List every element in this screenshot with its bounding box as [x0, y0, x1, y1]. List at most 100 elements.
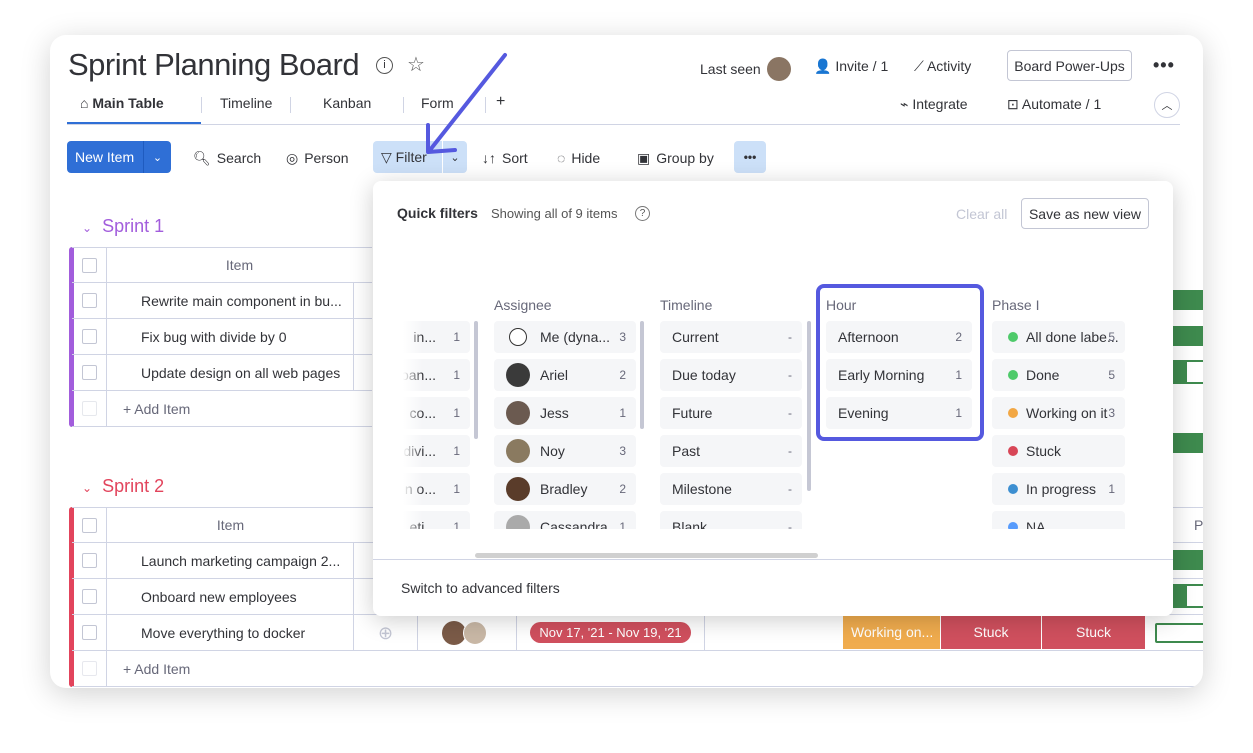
status-cell[interactable]: Stuck: [1042, 615, 1145, 649]
status-cell[interactable]: Working on...: [843, 615, 940, 649]
filter-option[interactable]: Noy 3: [494, 435, 636, 467]
filter-option[interactable]: Me (dyna... 3: [494, 321, 636, 353]
filter-option[interactable]: Afternoon 2: [826, 321, 972, 353]
tab-kanban[interactable]: Kanban: [323, 95, 371, 111]
group-sprint-1[interactable]: ⌄ Sprint 1: [82, 216, 164, 237]
group-title: Sprint 2: [102, 476, 165, 496]
filter-option[interactable]: Due today -: [660, 359, 802, 391]
new-item-button[interactable]: New Item ⌄: [67, 141, 171, 173]
row-checkbox[interactable]: [81, 329, 97, 344]
timeline-cell[interactable]: Nov 17, '21 - Nov 19, '21: [517, 614, 705, 651]
last-seen[interactable]: Last seen: [700, 57, 791, 81]
search-button[interactable]: 🔍︎ Search: [193, 143, 261, 173]
item-name[interactable]: Move everything to docker: [107, 614, 354, 651]
select-all-checkbox[interactable]: [81, 257, 97, 273]
automate-button[interactable]: ⊡ Automate / 1: [1007, 96, 1101, 113]
board-power-ups-button[interactable]: Board Power-Ups: [1007, 50, 1132, 81]
progress-bar: [1173, 550, 1203, 570]
progress-bar: [1173, 326, 1203, 346]
avatar: [463, 620, 487, 645]
more-toolbar-icon[interactable]: •••: [734, 141, 766, 173]
table-header-row: Item: [72, 247, 372, 283]
filter-option-label: Current: [672, 329, 719, 345]
column-title-hour: Hour: [826, 297, 857, 313]
save-as-new-view-button[interactable]: Save as new view: [1021, 198, 1149, 229]
add-item-row[interactable]: + Add Item: [72, 650, 1203, 687]
filter-option[interactable]: Current -: [660, 321, 802, 353]
filter-option[interactable]: Milestone -: [660, 473, 802, 505]
filter-option[interactable]: All done labe... 5: [992, 321, 1125, 353]
last-seen-label: Last seen: [700, 61, 761, 77]
collapse-header-icon[interactable]: ︿: [1154, 92, 1180, 118]
item-name[interactable]: Onboard new employees: [107, 578, 354, 615]
row-checkbox[interactable]: [81, 293, 97, 308]
filter-option[interactable]: Early Morning 1: [826, 359, 972, 391]
add-item-button[interactable]: + Add Item: [107, 661, 190, 677]
progress-bar: [1171, 360, 1203, 384]
integrate-button[interactable]: ⌁ Integrate: [900, 96, 968, 113]
item-name[interactable]: Rewrite main component in bu...: [107, 282, 354, 319]
select-all-checkbox[interactable]: [81, 517, 97, 533]
filter-option[interactable]: Jess 1: [494, 397, 636, 429]
group-icon: ▣: [637, 149, 651, 166]
horizontal-scrollbar[interactable]: [475, 553, 818, 558]
filter-option-count: 1: [955, 368, 962, 382]
scrollbar[interactable]: [474, 321, 478, 439]
add-item-button[interactable]: + Add Item: [107, 401, 190, 417]
table-row[interactable]: Rewrite main component in bu...: [72, 282, 372, 319]
person-button[interactable]: ◎ Person: [286, 143, 349, 173]
filter-option[interactable]: Future -: [660, 397, 802, 429]
people-cell[interactable]: [418, 614, 517, 651]
filter-option-count: 3: [619, 330, 626, 344]
status-cell[interactable]: Stuck: [941, 615, 1041, 649]
hide-button[interactable]: ◌ Hide: [557, 143, 600, 173]
table-row[interactable]: Fix bug with divide by 0: [72, 318, 372, 355]
tab-main-table[interactable]: ⌂ Main Table: [80, 95, 164, 111]
item-name[interactable]: Fix bug with divide by 0: [107, 318, 354, 355]
item-name[interactable]: Launch marketing campaign 2...: [107, 542, 354, 579]
scrollbar[interactable]: [640, 321, 644, 429]
filter-option[interactable]: Evening 1: [826, 397, 972, 429]
filter-option-label: Noy: [540, 443, 565, 459]
filter-option[interactable]: Stuck: [992, 435, 1125, 467]
group-sprint-2[interactable]: ⌄ Sprint 2: [82, 476, 164, 497]
add-item-row[interactable]: + Add Item: [72, 390, 372, 427]
automate-label: Automate / 1: [1021, 96, 1102, 112]
eye-off-icon: ◌: [557, 150, 566, 166]
filter-option[interactable]: Cassandra 1: [494, 511, 636, 529]
activity-button[interactable]: ⟋ Activity: [914, 58, 971, 75]
invite-button[interactable]: 👤 Invite / 1: [814, 58, 888, 75]
tab-timeline[interactable]: Timeline: [220, 95, 272, 111]
table-row[interactable]: Update design on all web pages: [72, 354, 372, 391]
filter-option[interactable]: Done 5: [992, 359, 1125, 391]
filter-option-count: -: [788, 444, 792, 458]
scrollbar[interactable]: [807, 321, 811, 491]
avatar: [506, 363, 530, 387]
help-icon[interactable]: ?: [635, 206, 650, 221]
divider: [373, 559, 1173, 560]
filter-option[interactable]: Ariel 2: [494, 359, 636, 391]
row-checkbox[interactable]: [81, 553, 97, 568]
filter-option[interactable]: Blank -: [660, 511, 802, 529]
progress-bar: [1173, 290, 1203, 310]
filter-option[interactable]: Past -: [660, 435, 802, 467]
chevron-down-icon[interactable]: ⌄: [82, 481, 92, 495]
row-checkbox[interactable]: [81, 589, 97, 604]
chevron-down-icon[interactable]: ⌄: [143, 141, 171, 173]
row-checkbox[interactable]: [81, 365, 97, 380]
info-icon[interactable]: i: [376, 57, 393, 74]
filter-option[interactable]: In progress 1: [992, 473, 1125, 505]
filter-option[interactable]: Bradley 2: [494, 473, 636, 505]
robot-icon: ⊡: [1007, 96, 1019, 112]
filter-option[interactable]: NA: [992, 511, 1125, 529]
more-icon[interactable]: •••: [1153, 55, 1175, 76]
group-by-button[interactable]: ▣ Group by: [637, 143, 714, 173]
switch-to-advanced-filters-link[interactable]: Switch to advanced filters: [401, 580, 560, 596]
board-window: Sprint Planning Board i ☆ Last seen 👤 In…: [50, 35, 1203, 688]
item-name[interactable]: Update design on all web pages: [107, 354, 354, 391]
add-update-icon[interactable]: ⊕: [354, 614, 418, 651]
chevron-down-icon[interactable]: ⌄: [82, 221, 92, 235]
row-checkbox[interactable]: [81, 625, 97, 640]
clear-all-button[interactable]: Clear all: [956, 206, 1007, 222]
filter-option[interactable]: Working on it 3: [992, 397, 1125, 429]
